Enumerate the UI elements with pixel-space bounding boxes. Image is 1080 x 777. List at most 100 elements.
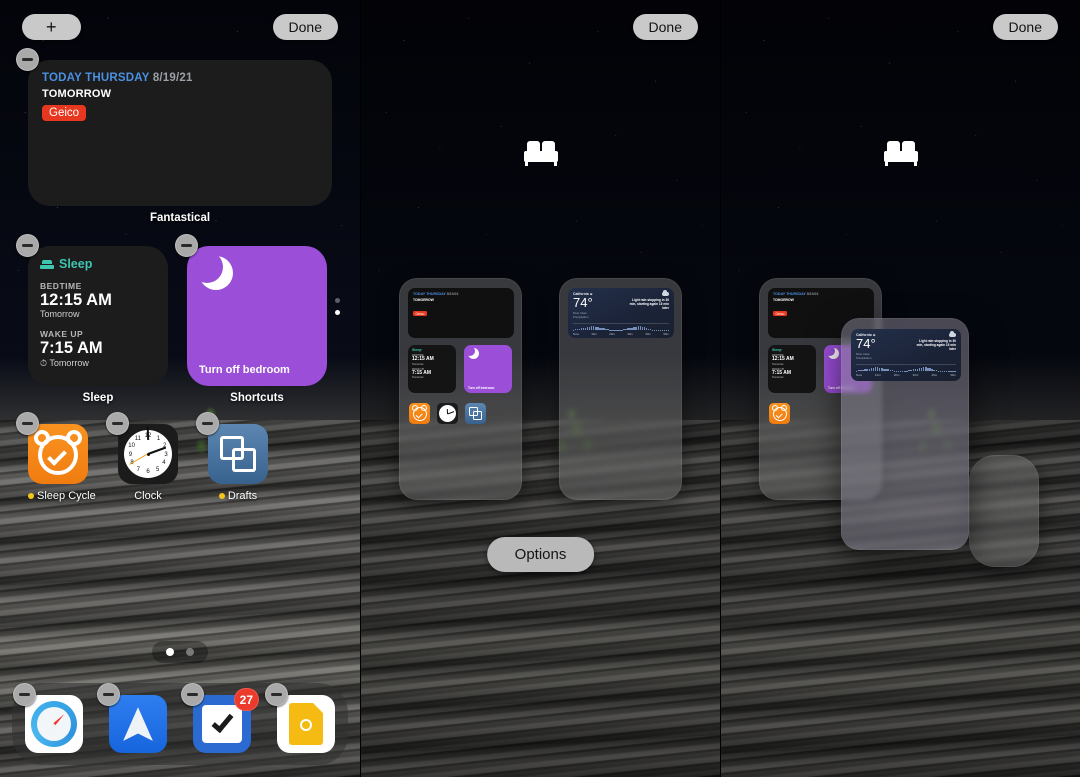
edit-toolbar: Done	[743, 14, 1058, 40]
mini-shortcuts-label: Turn off bedroom	[468, 386, 495, 390]
done-button[interactable]: Done	[272, 14, 338, 40]
mini-fantastical-event: Geico	[773, 311, 787, 316]
widget-stack-indicator[interactable]	[335, 298, 340, 315]
app-label: Clock	[134, 490, 162, 502]
done-button[interactable]: Done	[632, 14, 698, 40]
mini-sleep-cycle-icon	[769, 403, 790, 424]
mini-weather-graph: Now 10m 20m 30m 40m 50m	[856, 364, 956, 377]
remove-widget-shortcuts-icon[interactable]	[175, 234, 198, 257]
fantastical-subheader: TOMORROW	[42, 88, 112, 100]
dock-app-things[interactable]: 27	[181, 683, 259, 753]
mini-weather-condition: Most Clear. Precipitation	[856, 352, 872, 361]
fantastical-header-text: TODAY THURSDAY	[42, 72, 150, 84]
precip-tick-label: 10m	[875, 372, 881, 377]
focus-filter-dot-icon	[218, 493, 225, 500]
remove-app-drafts-icon[interactable]	[196, 412, 219, 435]
mini-sleep-wake-sub: Tomorrow	[772, 376, 784, 379]
mini-fantastical-widget: TODAY THURSDAY 8/19/21 TOMORROW Geico	[408, 288, 514, 338]
page-drop-slot[interactable]	[969, 455, 1039, 567]
mini-weather-top: California ➭ 74° Most Clear. Precipitati…	[573, 290, 669, 319]
remove-app-sleep-cycle-icon[interactable]	[16, 412, 39, 435]
remove-widget-fantastical-icon[interactable]	[16, 48, 39, 71]
remove-dock-keep-icon[interactable]	[265, 683, 288, 706]
mini-weather-graph: Now 10m 20m 30m 40m 50m	[573, 323, 670, 336]
app-label: Drafts	[227, 490, 258, 502]
dock-app-keep[interactable]	[265, 683, 335, 753]
bed-icon	[40, 259, 54, 269]
shortcuts-card[interactable]: Turn off bedroom	[187, 246, 327, 386]
dock-app-safari[interactable]	[13, 683, 83, 753]
widget-sleep[interactable]: Sleep BEDTIME 12:15 AM Tomorrow WAKE UP …	[16, 234, 168, 404]
app-clock[interactable]: 121 23 45 67 89 1011 Clock	[106, 412, 178, 502]
page-thumbnail-2[interactable]: California ➭ 74° Most Clear. Precipitati…	[559, 278, 682, 500]
remove-dock-things-icon[interactable]	[181, 683, 204, 706]
sleep-bedtime-value: 12:15 AM	[40, 291, 112, 309]
page-dot-active[interactable]	[166, 648, 174, 656]
sleep-title: Sleep	[59, 257, 93, 271]
cloud-icon	[949, 331, 956, 337]
sleep-bedtime-label: BEDTIME	[40, 281, 82, 291]
mini-weather-temp: 74°	[856, 336, 876, 351]
app-row: Sleep Cycle 121 23 45 67 89	[0, 412, 360, 502]
safari-icon[interactable]	[25, 695, 83, 753]
sleep-caption: Sleep	[82, 392, 114, 404]
mini-fantastical-date: 8/19/21	[446, 292, 459, 296]
app-drafts[interactable]: Drafts	[196, 412, 268, 502]
remove-app-clock-icon[interactable]	[106, 412, 129, 435]
mini-clock-icon	[437, 403, 458, 424]
dock-app-spark[interactable]	[97, 683, 167, 753]
dock: 27	[12, 683, 348, 765]
mini-weather-widget: California ➭ 74° Most Clear. Precipitati…	[568, 288, 674, 338]
sleep-wake-sub-row: ⏱ Tomorrow	[40, 358, 156, 369]
sleep-focus-bed-icon	[883, 140, 918, 166]
sleep-card[interactable]: Sleep BEDTIME 12:15 AM Tomorrow WAKE UP …	[28, 246, 168, 386]
mini-drafts-icon	[465, 403, 486, 424]
app-label: Sleep Cycle	[37, 490, 96, 502]
edit-toolbar: Done	[383, 14, 698, 40]
sleep-title-row: Sleep	[40, 257, 156, 271]
sleep-cycle-icon[interactable]	[28, 424, 88, 484]
page-dots[interactable]	[152, 641, 208, 663]
precip-ticks: Now 10m 20m 30m 40m 50m	[856, 373, 956, 377]
shortcuts-caption: Shortcuts	[230, 392, 284, 404]
page-thumbnail-2-dragged[interactable]: California ➭ 74° Most Clear. Precipitati…	[841, 318, 969, 550]
note-bulb-icon[interactable]	[277, 695, 335, 753]
mini-weather-right: Light rain stopping in 30 min, starting …	[882, 331, 956, 351]
app-label-row: Sleep Cycle	[28, 490, 96, 502]
add-widget-button[interactable]: +	[22, 14, 81, 40]
shortcuts-action-label: Turn off bedroom	[199, 364, 290, 376]
options-button[interactable]: Options	[486, 537, 595, 572]
mini-moon-icon	[825, 346, 839, 359]
remove-widget-sleep-icon[interactable]	[16, 234, 39, 257]
widget-fantastical[interactable]: TODAY THURSDAY 8/19/21 TOMORROW Geico Fa…	[16, 48, 332, 224]
mini-sleep-bedtime-sub: Tomorrow	[412, 362, 424, 366]
moon-icon	[191, 251, 233, 290]
app-sleep-cycle[interactable]: Sleep Cycle	[16, 412, 96, 502]
mini-fantastical-header-text: TODAY THURSDAY	[413, 292, 446, 296]
precip-bars	[573, 326, 670, 331]
focus-filter-dot-icon	[28, 493, 34, 500]
mini-sleep-title: Sleep	[772, 348, 782, 352]
drafts-icon[interactable]	[208, 424, 268, 484]
paper-plane-icon[interactable]	[109, 695, 167, 753]
widget-row-2: Sleep BEDTIME 12:15 AM Tomorrow WAKE UP …	[0, 234, 360, 404]
widget-shortcuts[interactable]: Turn off bedroom Shortcuts	[175, 234, 340, 404]
page-dot[interactable]	[186, 648, 194, 656]
remove-dock-safari-icon[interactable]	[13, 683, 36, 706]
mini-weather-right: Light rain stopping in 30 min, starting …	[598, 290, 669, 310]
mini-fantastical-date: 8/19/21	[806, 292, 819, 296]
panel-page-reorder: Done TODAY THURSDAY 8/19/21 TOMORROW Gei…	[720, 0, 1080, 777]
panel-page-overview: Done TODAY THURSDAY 8/19/21 TOMORROW Gei…	[360, 0, 720, 777]
sleep-wake-label: WAKE UP	[40, 329, 84, 340]
alarm-bell-icon: ⏱	[40, 357, 48, 368]
home-grid: TODAY THURSDAY 8/19/21 TOMORROW Geico Fa…	[0, 48, 360, 502]
page-thumbnail-1[interactable]: TODAY THURSDAY 8/19/21 TOMORROW Geico Sl…	[399, 278, 522, 500]
remove-dock-spark-icon[interactable]	[97, 683, 120, 706]
mini-weather-top: California ➭ 74° Most Clear. Precipitati…	[856, 331, 956, 361]
precip-tick-label: 20m	[609, 331, 615, 336]
fantastical-card[interactable]: TODAY THURSDAY 8/19/21 TOMORROW Geico	[28, 60, 332, 206]
precip-tick-label: 40m	[931, 372, 938, 377]
done-button[interactable]: Done	[992, 14, 1058, 40]
clock-icon[interactable]: 121 23 45 67 89 1011	[118, 424, 178, 484]
mini-sleep-widget: Sleep BEDTIME 12:15 AM Tomorrow WAKE UP …	[768, 345, 816, 393]
